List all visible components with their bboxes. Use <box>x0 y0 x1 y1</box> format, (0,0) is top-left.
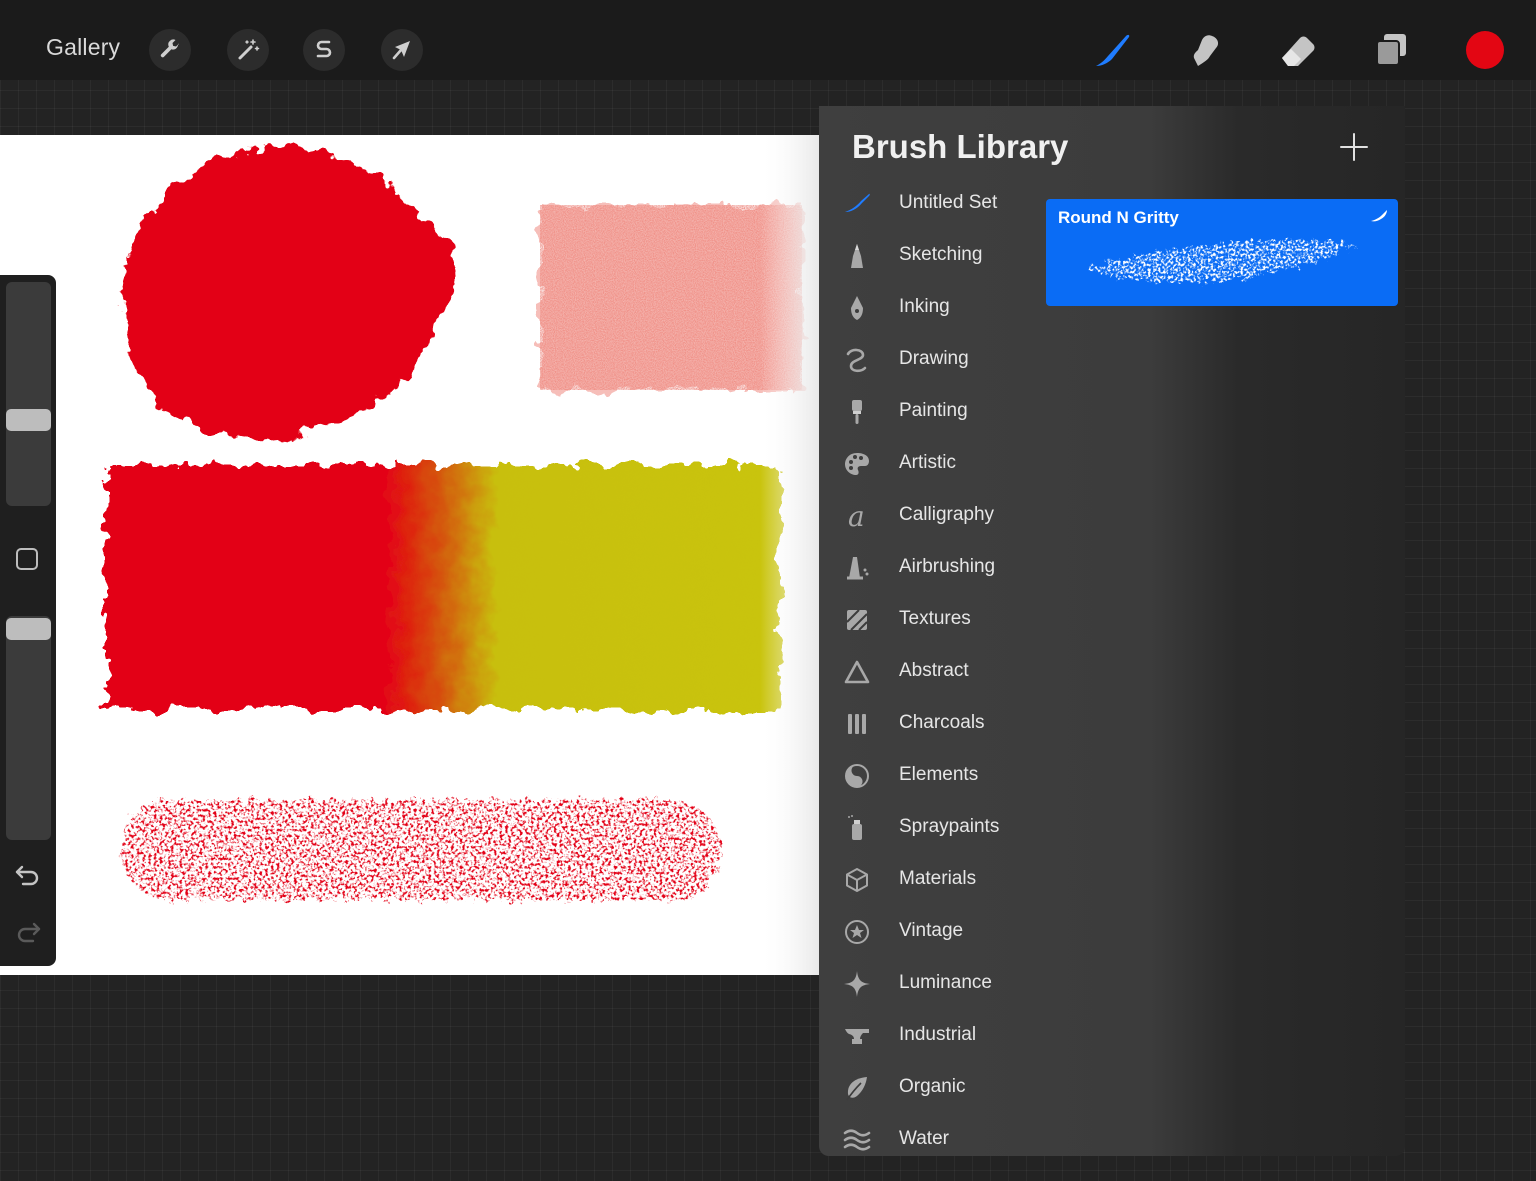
set-item-airbrushing[interactable]: Airbrushing <box>819 542 1039 594</box>
set-label: Painting <box>899 400 968 421</box>
set-item-inking[interactable]: Inking <box>819 282 1039 334</box>
selection-s-icon <box>316 40 332 58</box>
layers-icon <box>1376 34 1406 66</box>
brush-tool-button[interactable] <box>1092 28 1136 72</box>
set-label: Sketching <box>899 244 983 265</box>
panel-title: Brush Library <box>852 128 1069 165</box>
transform-arrow-icon <box>392 41 410 60</box>
eraser-icon <box>1282 36 1315 66</box>
opacity-slider[interactable] <box>6 616 51 840</box>
set-label: Luminance <box>899 972 992 993</box>
set-label: Materials <box>899 868 977 889</box>
brush-stroke-icon <box>843 190 871 218</box>
calligraphy-a-icon: a <box>843 502 871 530</box>
set-item-untitled-set[interactable]: Untitled Set <box>819 178 1039 230</box>
transform-button[interactable] <box>381 29 423 71</box>
set-label: Vintage <box>899 920 964 941</box>
charcoal-sticks-icon <box>843 710 871 738</box>
set-item-water[interactable]: Water <box>819 1114 1039 1166</box>
set-item-calligraphy[interactable]: a Calligraphy <box>819 490 1039 542</box>
set-label: Abstract <box>899 660 969 681</box>
set-item-elements[interactable]: Elements <box>819 750 1039 802</box>
brush-library-panel: Brush Library Untitled Set Sketching Ink… <box>819 106 1405 1156</box>
canvas-edge-shadow <box>760 135 819 975</box>
color-picker-button[interactable] <box>1466 31 1504 69</box>
triangle-icon <box>843 658 871 686</box>
brush-set-list: Untitled Set Sketching Inking Drawing Pa… <box>819 178 1039 1166</box>
add-brush-icon[interactable] <box>1339 132 1369 162</box>
leaf-icon <box>843 1074 871 1102</box>
set-label: Organic <box>899 1076 966 1097</box>
set-label: Airbrushing <box>899 556 996 577</box>
squiggle-icon <box>843 346 871 374</box>
smudge-tool-button[interactable] <box>1184 28 1228 72</box>
set-label: Drawing <box>899 348 969 369</box>
drawing-canvas[interactable] <box>0 135 819 975</box>
set-label: Textures <box>899 608 971 629</box>
set-item-artistic[interactable]: Artistic <box>819 438 1039 490</box>
yin-yang-icon <box>843 762 871 790</box>
red-gritty-stroke <box>122 800 720 900</box>
star-badge-icon <box>843 918 871 946</box>
actions-button[interactable] <box>149 29 191 71</box>
gallery-button[interactable]: Gallery <box>46 34 120 61</box>
sparkle-icon <box>843 970 871 998</box>
smudge-icon <box>1193 35 1219 66</box>
modify-button[interactable] <box>16 548 38 570</box>
set-item-materials[interactable]: Materials <box>819 854 1039 906</box>
set-label: Elements <box>899 764 979 785</box>
wrench-icon <box>160 39 179 58</box>
spray-can-icon <box>843 814 871 842</box>
svg-text:a: a <box>848 502 865 530</box>
brush-icon <box>1096 34 1130 66</box>
pen-nib-icon <box>843 294 871 322</box>
brush-card-round-n-gritty[interactable]: Round N Gritty <box>1046 199 1398 306</box>
adjustments-button[interactable] <box>227 29 269 71</box>
set-label: Calligraphy <box>899 504 995 525</box>
set-item-vintage[interactable]: Vintage <box>819 906 1039 958</box>
airbrush-icon <box>843 554 871 582</box>
set-item-charcoals[interactable]: Charcoals <box>819 698 1039 750</box>
set-item-sketching[interactable]: Sketching <box>819 230 1039 282</box>
undo-icon[interactable] <box>14 863 42 887</box>
set-label: Charcoals <box>899 712 985 733</box>
left-sidebar <box>0 275 56 966</box>
set-label: Water <box>899 1128 949 1149</box>
set-item-drawing[interactable]: Drawing <box>819 334 1039 386</box>
opacity-knob[interactable] <box>6 618 51 640</box>
red-yellow-gradient-stroke <box>105 465 780 710</box>
brush-size-knob[interactable] <box>6 409 51 431</box>
set-label: Spraypaints <box>899 816 1000 837</box>
set-label: Industrial <box>899 1024 977 1045</box>
set-item-luminance[interactable]: Luminance <box>819 958 1039 1010</box>
set-item-organic[interactable]: Organic <box>819 1062 1039 1114</box>
eraser-tool-button[interactable] <box>1276 28 1320 72</box>
waves-icon <box>843 1126 871 1154</box>
magic-wand-icon <box>238 39 260 60</box>
layers-button[interactable] <box>1370 28 1414 72</box>
artwork <box>105 135 819 975</box>
set-item-industrial[interactable]: Industrial <box>819 1010 1039 1062</box>
paintbrush-icon <box>843 398 871 426</box>
palette-icon <box>843 450 871 478</box>
pencil-tip-icon <box>843 242 871 270</box>
selection-button[interactable] <box>303 29 345 71</box>
set-item-abstract[interactable]: Abstract <box>819 646 1039 698</box>
anvil-icon <box>843 1022 871 1050</box>
set-item-textures[interactable]: Textures <box>819 594 1039 646</box>
brush-stroke-preview <box>1086 239 1356 283</box>
set-label: Artistic <box>899 452 956 473</box>
cube-icon <box>843 866 871 894</box>
set-label: Untitled Set <box>899 192 998 213</box>
texture-icon <box>843 606 871 634</box>
set-label: Inking <box>899 296 950 317</box>
top-toolbar: Gallery <box>0 0 1536 80</box>
brush-size-slider[interactable] <box>6 282 51 506</box>
redo-icon[interactable] <box>14 920 42 944</box>
set-item-painting[interactable]: Painting <box>819 386 1039 438</box>
set-item-spraypaints[interactable]: Spraypaints <box>819 802 1039 854</box>
red-blob-stroke <box>120 146 458 440</box>
